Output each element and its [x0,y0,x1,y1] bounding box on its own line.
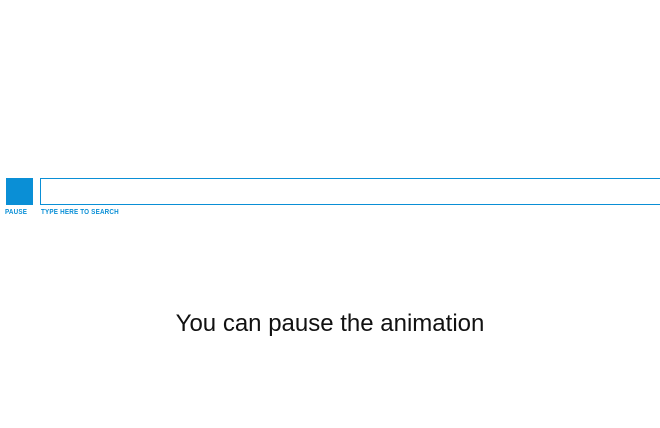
pause-label: PAUSE [5,209,28,216]
search-input[interactable] [40,178,660,205]
animation-message: You can pause the animation [175,310,485,337]
search-hint: TYPE HERE TO SEARCH [41,209,119,216]
pause-button[interactable] [6,178,33,205]
